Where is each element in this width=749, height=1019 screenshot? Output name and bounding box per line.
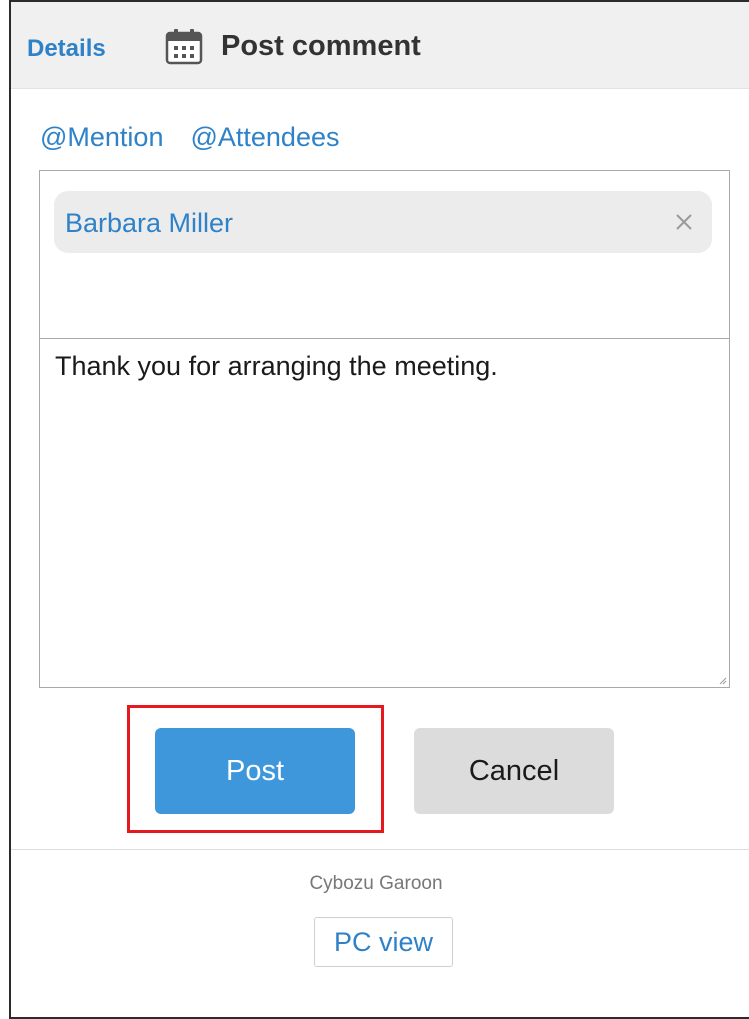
footer-brand: Cybozu Garoon <box>11 873 749 895</box>
details-link[interactable]: Details <box>27 35 106 63</box>
page-title: Post comment <box>221 30 421 62</box>
recipient-name[interactable]: Barbara Miller <box>65 208 233 239</box>
brand-text: Cybozu Garoon <box>309 873 443 894</box>
recipient-chip: Barbara Miller <box>54 191 712 253</box>
recipient-field[interactable]: Barbara Miller <box>39 170 730 338</box>
close-icon[interactable] <box>670 208 698 236</box>
pc-view-button[interactable]: PC view <box>314 917 453 967</box>
footer-divider <box>11 849 749 850</box>
comment-text: Thank you for arranging the meeting. <box>55 351 498 381</box>
calendar-icon <box>165 29 203 65</box>
resize-handle-icon[interactable] <box>719 677 727 685</box>
cancel-button[interactable]: Cancel <box>414 728 614 814</box>
comment-textarea[interactable]: Thank you for arranging the meeting. <box>39 338 730 688</box>
page-header: Details Post comment <box>11 2 749 89</box>
app-frame: Details Post comment @Mention @Attendees … <box>9 0 749 1019</box>
mention-links: @Mention @Attendees <box>40 122 366 153</box>
highlight-box <box>127 705 384 833</box>
mention-link[interactable]: @Mention <box>40 122 163 152</box>
attendees-link[interactable]: @Attendees <box>190 122 339 152</box>
